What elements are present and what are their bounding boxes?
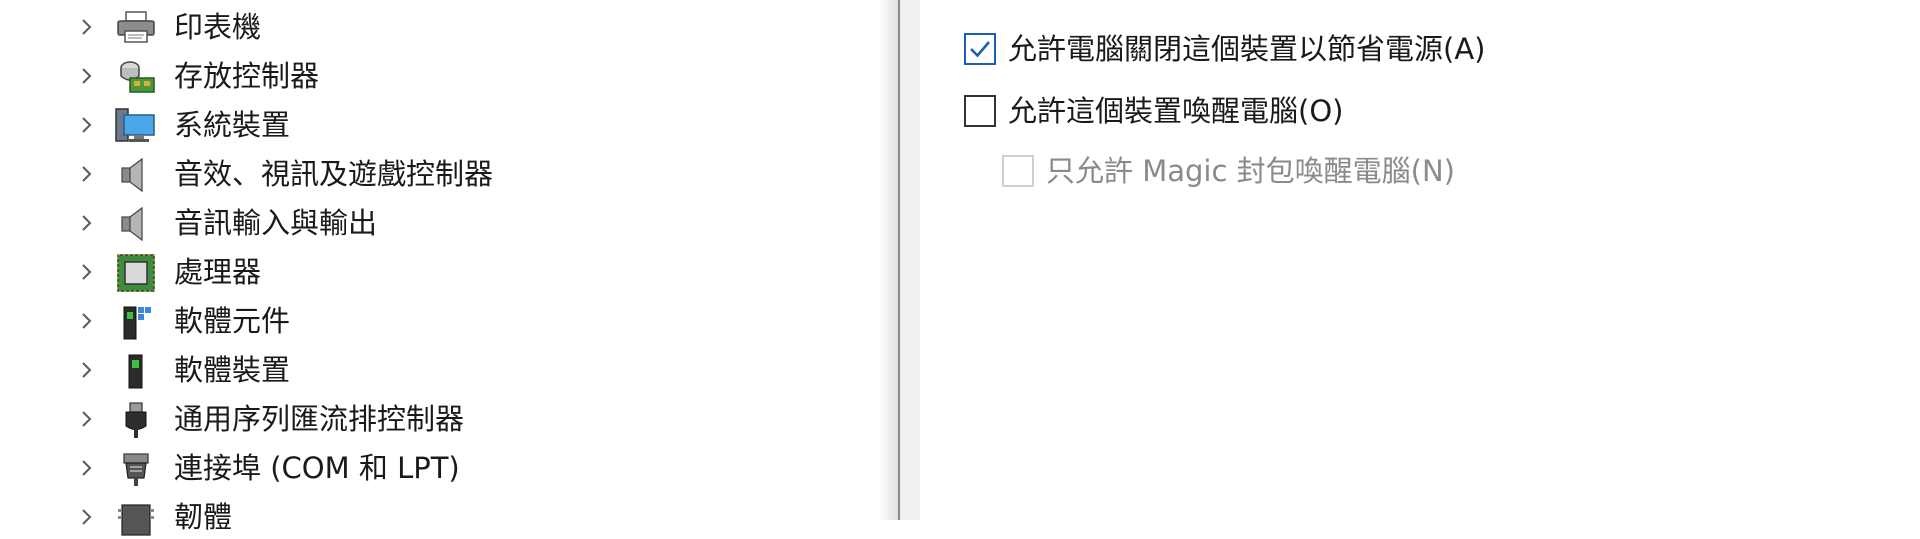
usb-icon: [125, 402, 147, 438]
allow-wake-checkbox[interactable]: [964, 95, 996, 127]
tree-item-label: 音效、視訊及遊戲控制器: [174, 157, 494, 191]
chevron-right-icon[interactable]: [76, 115, 96, 135]
allow-turn-off-label: 允許電腦關閉這個裝置以節省電源(A): [1008, 32, 1486, 66]
storage-controller-icon: [120, 61, 155, 93]
software-component-icon: [123, 306, 151, 340]
tree-item-label: 音訊輸入與輸出: [174, 206, 378, 240]
firmware-icon: [118, 504, 154, 536]
tree-item-system-devices[interactable]: 系統裝置: [0, 103, 898, 147]
printer-icon: [117, 11, 155, 43]
tree-item-label: 連接埠 (COM 和 LPT): [174, 451, 460, 485]
magic-packet-only-checkbox[interactable]: [1002, 155, 1034, 187]
tree-item-label: 韌體: [174, 500, 233, 534]
tree-item-label: 系統裝置: [174, 108, 291, 142]
tree-item-sound-video-game-controllers[interactable]: 音效、視訊及遊戲控制器: [0, 152, 898, 196]
tree-item-audio-inputs-outputs[interactable]: 音訊輸入與輸出: [0, 201, 898, 245]
speaker-icon: [121, 206, 143, 242]
chevron-right-icon[interactable]: [76, 262, 96, 282]
dialog-shadow: [878, 0, 898, 520]
tree-item-label: 處理器: [174, 255, 262, 289]
tree-item-label: 通用序列匯流排控制器: [174, 402, 465, 436]
tree-item-storage-controllers[interactable]: 存放控制器: [0, 54, 898, 98]
chevron-right-icon[interactable]: [76, 164, 96, 184]
power-management-pane: 允許電腦關閉這個裝置以節省電源(A) 允許這個裝置喚醒電腦(O) 只允許 Mag…: [920, 0, 1920, 520]
checkmark-icon: [970, 41, 990, 58]
processor-icon: [117, 254, 155, 292]
port-icon: [123, 453, 149, 486]
tree-item-software-devices[interactable]: 軟體裝置: [0, 348, 898, 392]
system-device-icon: [115, 108, 155, 142]
tree-item-software-components[interactable]: 軟體元件: [0, 299, 898, 343]
tree-item-printers[interactable]: 印表機: [0, 5, 898, 49]
dialog-left-border: [898, 0, 920, 520]
tree-item-ports[interactable]: 連接埠 (COM 和 LPT): [0, 446, 898, 490]
tree-item-label: 軟體裝置: [174, 353, 291, 387]
chevron-right-icon[interactable]: [76, 458, 96, 478]
chevron-right-icon[interactable]: [76, 66, 96, 86]
chevron-right-icon[interactable]: [76, 360, 96, 380]
allow-wake-label: 允許這個裝置喚醒電腦(O): [1008, 94, 1344, 128]
magic-packet-only-label: 只允許 Magic 封包喚醒電腦(N): [1046, 154, 1455, 188]
tree-item-usb-controllers[interactable]: 通用序列匯流排控制器: [0, 397, 898, 441]
tree-item-processors[interactable]: 處理器: [0, 250, 898, 294]
chevron-right-icon[interactable]: [76, 17, 96, 37]
chevron-right-icon[interactable]: [76, 409, 96, 429]
allow-turn-off-checkbox[interactable]: [964, 33, 996, 65]
tree-item-firmware[interactable]: 韌體: [0, 495, 898, 539]
chevron-right-icon[interactable]: [76, 213, 96, 233]
chevron-right-icon[interactable]: [76, 311, 96, 331]
chevron-right-icon[interactable]: [76, 507, 96, 527]
tree-item-label: 軟體元件: [174, 304, 291, 338]
device-tree: 印表機 存放控制器 系統裝置 音效、視訊及遊戲控制器 音訊輸入與輸出 處理器 軟…: [0, 0, 898, 536]
tree-item-label: 存放控制器: [174, 59, 320, 93]
software-device-icon: [128, 354, 143, 389]
tree-item-label: 印表機: [174, 10, 262, 44]
speaker-icon: [121, 157, 143, 193]
